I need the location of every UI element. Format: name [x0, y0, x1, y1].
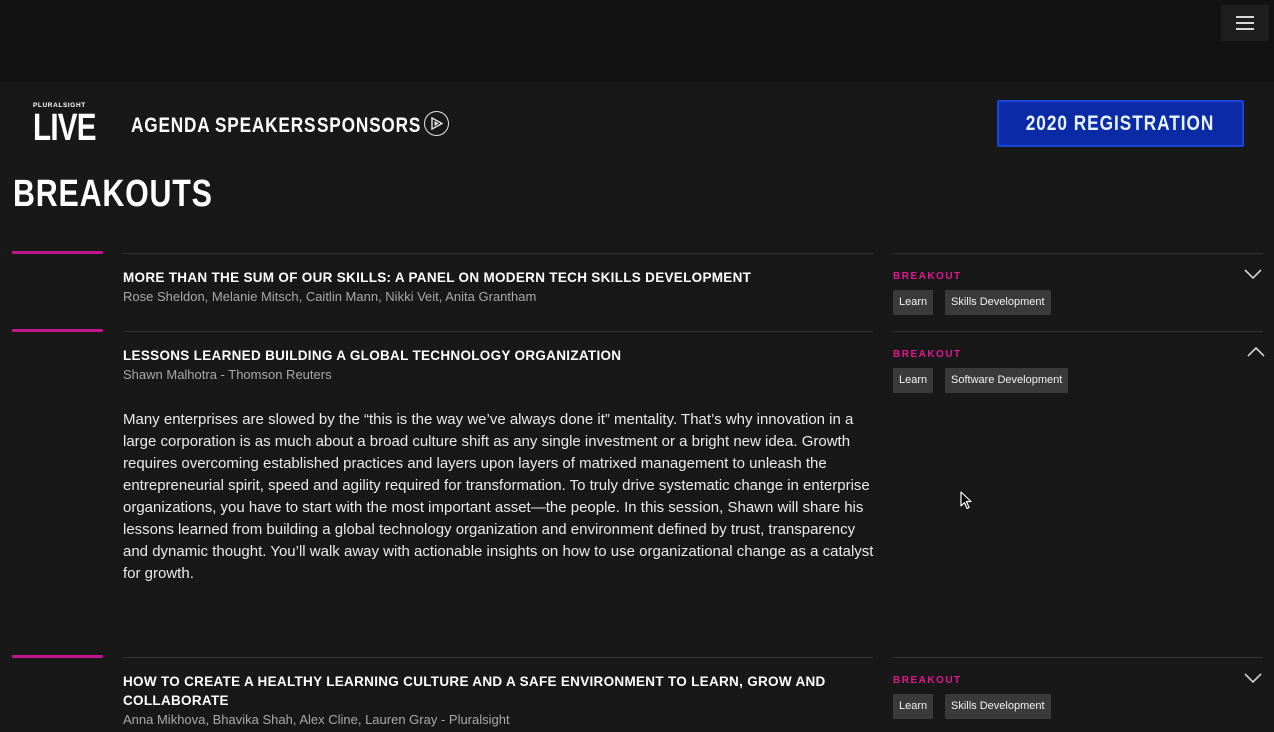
session-type-badge: BREAKOUT [893, 675, 962, 686]
session-title[interactable]: HOW TO CREATE A HEALTHY LEARNING CULTURE… [123, 672, 863, 710]
session-speakers: Shawn Malhotra - Thomson Reuters [123, 367, 332, 382]
session-title[interactable]: MORE THAN THE SUM OF OUR SKILLS: A PANEL… [123, 268, 863, 287]
tag-skills-development[interactable]: Skills Development [945, 290, 1051, 315]
chevron-up-icon[interactable] [1246, 345, 1266, 359]
session-description: Many enterprises are slowed by the “this… [123, 411, 874, 582]
tag-learn[interactable]: Learn [893, 694, 934, 719]
session-title[interactable]: LESSONS LEARNED BUILDING A GLOBAL TECHNO… [123, 346, 863, 365]
tag-software-development[interactable]: Software Development [945, 368, 1069, 393]
top-bar [0, 0, 1274, 82]
tag-learn[interactable]: Learn [893, 368, 934, 393]
tag-learn[interactable]: Learn [893, 290, 934, 315]
registration-button[interactable]: 2020 REGISTRATION [997, 100, 1244, 147]
session-type-badge: BREAKOUT [893, 349, 962, 360]
divider [893, 657, 1263, 658]
registration-label: 2020 REGISTRATION [1026, 111, 1215, 135]
session-accent-line [12, 251, 103, 254]
pluralsight-live-logo[interactable]: PLURALSIGHT LIVE [33, 102, 99, 148]
session-type-badge: BREAKOUT [893, 271, 962, 282]
session-speakers: Rose Sheldon, Melanie Mitsch, Caitlin Ma… [123, 289, 537, 304]
divider [123, 331, 873, 332]
session-accent-line [12, 655, 103, 658]
nav-speakers[interactable]: SPEAKERS [215, 114, 316, 138]
play-circle-icon[interactable] [424, 111, 449, 136]
session-accent-line [12, 329, 103, 332]
hamburger-menu-icon[interactable] [1221, 5, 1269, 41]
divider [123, 657, 873, 658]
page-title: BREAKOUTS [13, 173, 213, 215]
nav-sponsors[interactable]: SPONSORS [317, 114, 421, 138]
mouse-cursor-icon [960, 491, 974, 516]
logo-live-text: LIVE [33, 107, 97, 149]
chevron-down-icon[interactable] [1243, 267, 1263, 281]
main-nav: PLURALSIGHT LIVE AGENDA SPEAKERS SPONSOR… [0, 82, 1274, 166]
divider [123, 253, 873, 254]
chevron-down-icon[interactable] [1243, 671, 1263, 685]
tag-skills-development[interactable]: Skills Development [945, 694, 1051, 719]
divider [893, 253, 1263, 254]
session-speakers: Anna Mikhova, Bhavika Shah, Alex Cline, … [123, 712, 510, 727]
nav-agenda[interactable]: AGENDA [131, 114, 211, 138]
divider [893, 331, 1263, 332]
